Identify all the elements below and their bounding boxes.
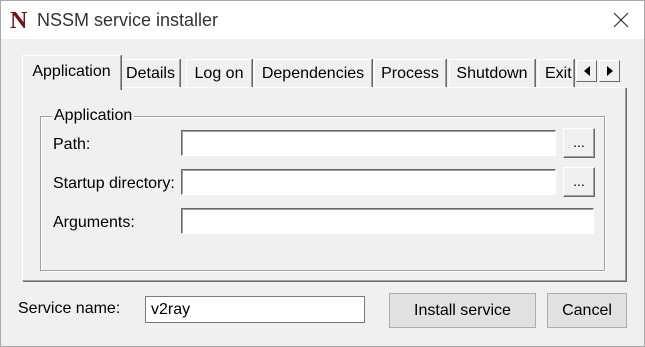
tab-details[interactable]: Details: [121, 59, 180, 88]
tab-application[interactable]: Application: [22, 55, 121, 90]
tab-shutdown[interactable]: Shutdown: [449, 59, 535, 88]
service-name-input[interactable]: v2ray: [145, 296, 365, 323]
arrow-right-icon: [607, 66, 613, 76]
close-icon: [613, 12, 629, 28]
nssm-dialog-window: N NSSM service installer Application Det…: [0, 0, 645, 347]
tab-process[interactable]: Process: [374, 59, 446, 88]
service-name-label: Service name:: [18, 300, 121, 317]
startup-directory-input[interactable]: [181, 169, 556, 195]
path-label: Path:: [53, 136, 91, 153]
tab-log-on[interactable]: Log on: [186, 59, 252, 88]
nssm-logo-icon: N: [10, 8, 28, 34]
application-tab-panel: Application Path: ... Startup directory:…: [22, 87, 626, 281]
arguments-input[interactable]: [181, 208, 594, 234]
startup-directory-browse-button[interactable]: ...: [563, 167, 595, 197]
path-input[interactable]: [181, 130, 556, 156]
title-bar[interactable]: N NSSM service installer: [1, 1, 644, 39]
cancel-button[interactable]: Cancel: [547, 293, 627, 328]
install-service-button[interactable]: Install service: [389, 293, 536, 328]
window-title: NSSM service installer: [37, 10, 219, 30]
close-button[interactable]: [598, 1, 644, 39]
startup-directory-label: Startup directory:: [53, 175, 175, 192]
tab-scroll-left-button[interactable]: [576, 60, 597, 82]
arguments-label: Arguments:: [53, 214, 135, 231]
arrow-left-icon: [584, 66, 590, 76]
tab-dependencies[interactable]: Dependencies: [254, 59, 372, 88]
tab-exit[interactable]: Exit: [538, 59, 574, 87]
application-group-title: Application: [52, 107, 135, 125]
tab-scroll-right-button[interactable]: [599, 60, 620, 82]
path-browse-button[interactable]: ...: [563, 128, 595, 158]
